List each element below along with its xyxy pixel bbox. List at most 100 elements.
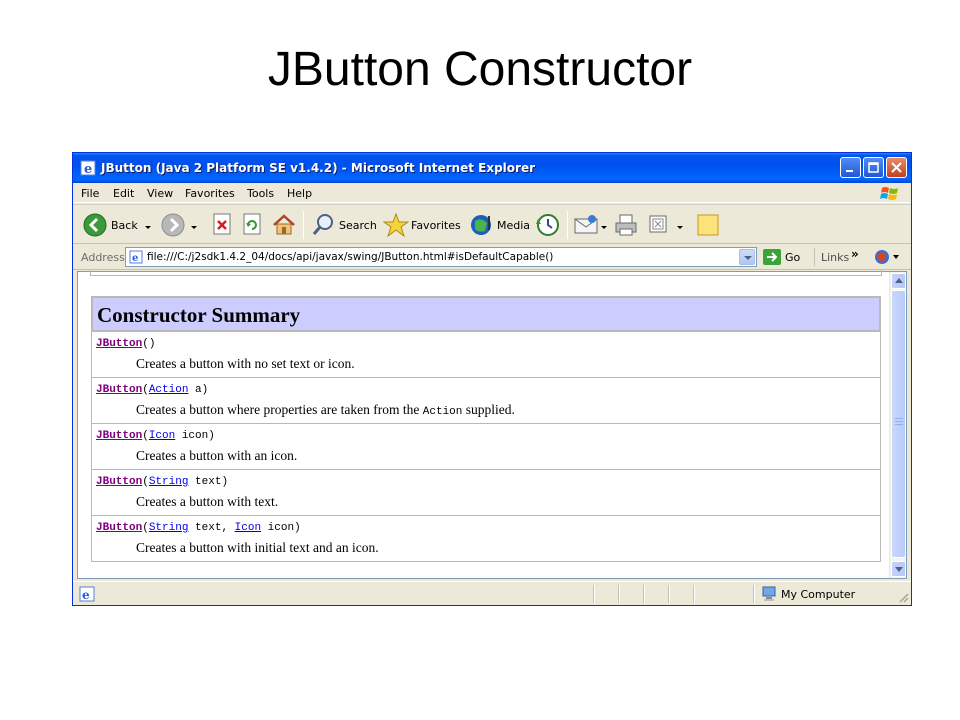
favorites-button[interactable]: Favorites [383,211,463,239]
type-link[interactable]: Icon [149,430,175,442]
constructor-link[interactable]: JButton [96,522,142,534]
constructor-description: Creates a button with initial text and a… [136,540,379,556]
tools-menu-button[interactable] [873,248,903,266]
back-label: Back [111,219,138,232]
media-icon [471,215,491,235]
search-label: Search [339,219,377,232]
constructor-row: JButton(String text, Icon icon) Creates a… [92,515,880,561]
status-bar: e My Computer [73,581,911,605]
address-dropdown-button[interactable] [739,249,755,265]
constructor-link[interactable]: JButton [96,338,142,350]
slide-title: JButton Constructor [267,43,693,96]
svg-text:e: e [82,588,90,602]
menu-file[interactable]: File [81,187,99,200]
links-chevron-icon[interactable]: » [851,247,859,261]
zone-label: My Computer [781,588,856,601]
scroll-up-button[interactable] [891,273,906,289]
mail-dropdown-caret[interactable] [601,226,607,229]
type-link[interactable]: Action [149,384,189,396]
scroll-thumb[interactable] [891,290,906,558]
menu-edit[interactable]: Edit [113,187,134,200]
go-button[interactable]: Go [763,248,809,266]
constructor-row: JButton() Creates a button with no set te… [92,331,880,377]
toolbar-separator [303,211,304,239]
home-button[interactable] [271,211,297,239]
constructor-row: JButton(Icon icon) Creates a button with … [92,423,880,469]
page-icon: e [79,586,95,602]
address-label: Address [81,251,125,264]
edit-icon [649,215,667,233]
maximize-icon [868,162,879,173]
favorites-icon [383,213,409,237]
menu-help[interactable]: Help [287,187,312,200]
page-content[interactable]: Constructor Summary JButton() Creates a b… [77,270,907,579]
type-link[interactable]: Icon [235,522,261,534]
browser-window: e JButton (Java 2 Platform SE v1.4.2) - … [72,152,912,606]
back-dropdown-caret[interactable] [145,226,151,229]
home-icon [273,214,295,235]
constructor-description: Creates a button with text. [136,494,278,510]
address-bar: Address e file:///C:/j2sdk1.4.2_04/docs/… [73,245,911,270]
constructor-signature: JButton(String text, Icon icon) [96,522,301,534]
print-button[interactable] [613,211,639,239]
description-text: supplied. [462,402,515,417]
refresh-button[interactable] [241,211,263,239]
computer-icon [762,586,776,601]
constructor-signature: JButton(Action a) [96,384,208,396]
media-button[interactable]: Media [469,211,531,239]
toolbar-separator [567,211,568,239]
search-button[interactable]: Search [311,211,377,239]
address-input[interactable]: e file:///C:/j2sdk1.4.2_04/docs/api/java… [125,247,757,267]
vertical-scrollbar[interactable] [889,272,906,578]
constructor-row: JButton(Action a) Creates a button where … [92,377,880,423]
title-bar[interactable]: e JButton (Java 2 Platform SE v1.4.2) - … [73,153,911,183]
constructor-summary-table: Constructor Summary JButton() Creates a b… [91,296,881,562]
signature-text: ( [142,430,149,442]
menu-tools[interactable]: Tools [247,187,274,200]
status-divider [593,585,595,603]
signature-text: ( [142,476,149,488]
description-text: Creates a button with an icon. [136,448,298,463]
type-link[interactable]: String [149,476,189,488]
minimize-button[interactable] [840,157,861,178]
forward-button[interactable] [161,211,201,239]
constructor-description: Creates a button with an icon. [136,448,297,464]
stop-button[interactable] [211,211,233,239]
constructor-link[interactable]: JButton [96,430,142,442]
scroll-down-button[interactable] [891,561,906,577]
mail-button[interactable] [573,211,609,239]
menu-view[interactable]: View [147,187,173,200]
constructor-link[interactable]: JButton [96,384,142,396]
windows-logo-icon [880,187,898,200]
stop-icon [213,213,231,235]
notes-button[interactable] [695,211,721,239]
minimize-icon [846,170,853,172]
summary-header: Constructor Summary [92,297,880,331]
links-button[interactable]: Links [821,251,849,264]
resize-grip-icon[interactable] [897,591,909,603]
signature-text: icon) [175,430,215,442]
forward-dropdown-caret[interactable] [191,226,197,229]
menu-bar: File Edit View Favorites Tools Help [73,183,911,203]
signature-text: text) [188,476,229,488]
constructor-link[interactable]: JButton [96,476,142,488]
history-button[interactable] [535,211,561,239]
ie-icon: e [80,160,96,176]
address-url: file:///C:/j2sdk1.4.2_04/docs/api/javax/… [147,251,554,263]
constructor-row: JButton(String text) Creates a button wit… [92,469,880,515]
edit-button[interactable] [647,211,687,239]
menu-favorites[interactable]: Favorites [185,187,235,200]
back-icon [83,213,107,237]
mail-icon [574,215,598,234]
edit-dropdown-caret[interactable] [677,226,683,229]
tools-icon [875,250,899,264]
maximize-button[interactable] [863,157,884,178]
close-button[interactable] [886,157,907,178]
close-icon [891,162,902,173]
back-button[interactable]: Back [83,211,153,239]
type-link[interactable]: String [149,522,189,534]
search-icon [312,214,333,235]
status-divider [668,585,670,603]
links-separator [814,248,815,266]
signature-text: ( [142,384,149,396]
